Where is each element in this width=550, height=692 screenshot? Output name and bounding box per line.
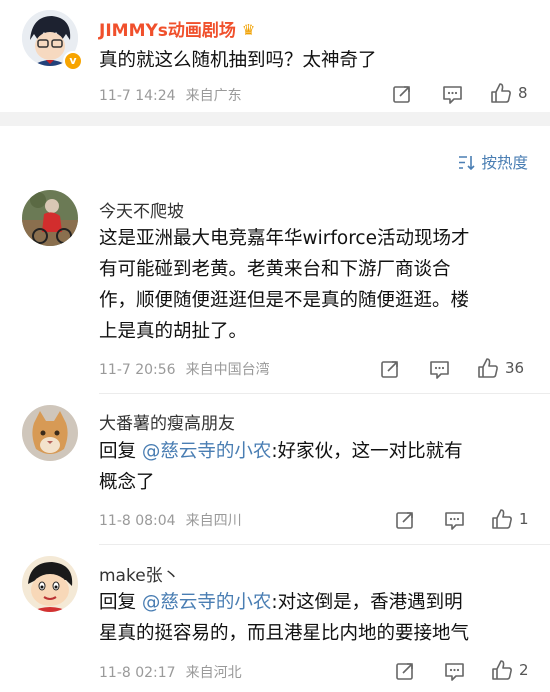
like-count: 1 [519, 510, 529, 528]
comment-author-name[interactable]: make张丶 [99, 561, 180, 586]
comment-icon [443, 86, 462, 104]
like-icon [491, 83, 511, 103]
like-button[interactable]: 2 [491, 659, 529, 681]
like-count: 36 [505, 359, 525, 377]
sort-label[interactable]: 按热度 [481, 151, 528, 173]
like-count: 8 [518, 84, 528, 102]
like-button[interactable]: 36 [477, 357, 524, 379]
avatar-cartoon-boy [22, 556, 78, 612]
original-post: v JIMMYs动画剧场 ♛ 真的就这么随机抽到吗？太神奇了 11-7 14:24… [0, 0, 550, 112]
reply-prefix: 回复 [99, 441, 137, 462]
comment-button[interactable] [444, 509, 465, 531]
comment-meta: 11-7 20:56 来自中国台湾 [99, 359, 270, 379]
comment-text: 回复 @慈云寺的小农:好家伙，这一对比就有 概念了 [99, 436, 529, 498]
avatar[interactable] [22, 405, 78, 461]
avatar[interactable] [22, 190, 78, 246]
crown-icon: ♛ [241, 21, 256, 39]
like-button[interactable]: 8 [490, 82, 528, 104]
comment-time: 11-7 20:56 [99, 362, 176, 378]
post-meta: 11-7 14:24 来自广东 [99, 85, 242, 105]
comment-text-line: 作，顺便随便逛逛但是不是真的随便逛逛。楼 [99, 290, 470, 311]
comment-icon [430, 361, 449, 379]
share-icon [393, 86, 410, 103]
comment-source: 来自中国台湾 [185, 362, 270, 378]
like-icon [492, 509, 512, 529]
share-button[interactable] [395, 660, 415, 682]
comment-divider [99, 393, 550, 394]
share-button[interactable] [380, 358, 400, 380]
comment-time: 11-8 08:04 [99, 513, 176, 529]
comment-button[interactable] [442, 83, 463, 105]
avatar-photo-cat [22, 405, 78, 461]
share-icon [396, 663, 413, 680]
comment-time: 11-8 02:17 [99, 665, 176, 681]
section-separator [0, 112, 550, 126]
like-count: 2 [519, 661, 529, 679]
post-author-text[interactable]: JIMMYs动画剧场 [99, 21, 236, 41]
comment-text-line: 回复 @慈云寺的小农:对这倒是，香港遇到明 [99, 587, 529, 618]
post-author-name[interactable]: JIMMYs动画剧场 ♛ [99, 16, 255, 41]
share-icon [396, 512, 413, 529]
comment-text: 这是亚洲最大电竞嘉年华wirforce活动现场才 有可能碰到老黄。老黄来台和下游… [99, 223, 529, 347]
reply-prefix: 回复 [99, 592, 137, 613]
post-time: 11-7 14:24 [99, 88, 176, 104]
avatar[interactable] [22, 556, 78, 612]
share-button[interactable] [392, 83, 412, 105]
comment-icon [445, 512, 464, 530]
post-source: 来自广东 [185, 88, 242, 104]
comment-text-line: 这是亚洲最大电竞嘉年华wirforce活动现场才 [99, 228, 470, 249]
sort-icon [459, 155, 476, 170]
comment-text-line: 星真的挺容易的，而且港星比内地的要接地气 [99, 623, 470, 644]
mention-link[interactable]: @慈云寺的小农 [142, 441, 272, 462]
comment-text-line: 有可能碰到老黄。老黄来台和下游厂商谈合 [99, 259, 451, 280]
comment-text-segment: :对这倒是，香港遇到明 [271, 592, 463, 613]
mention-link[interactable]: @慈云寺的小农 [142, 592, 272, 613]
sort-bar: 按热度 [0, 126, 550, 182]
comment-text-line: 概念了 [99, 472, 155, 493]
post-text: 真的就这么随机抽到吗？太神奇了 [99, 50, 377, 71]
share-button[interactable] [395, 509, 415, 531]
sort-by-hot-button[interactable]: 按热度 [458, 151, 528, 173]
comment-icon [445, 663, 464, 681]
avatar-photo-cyclist [22, 190, 78, 246]
comment-author-name[interactable]: 今天不爬坡 [99, 197, 184, 222]
comment-divider [99, 544, 550, 545]
comment-source: 来自河北 [185, 665, 242, 681]
comment-text-line: 上是真的胡扯了。 [99, 321, 248, 342]
comment-button[interactable] [444, 660, 465, 682]
comment-author-name[interactable]: 大番薯的瘦高朋友 [99, 409, 235, 434]
comment-meta: 11-8 02:17 来自河北 [99, 662, 242, 682]
comment-text: 回复 @慈云寺的小农:对这倒是，香港遇到明 星真的挺容易的，而且港星比内地的要接… [99, 587, 529, 649]
like-button[interactable]: 1 [491, 508, 529, 530]
comment-source: 来自四川 [185, 513, 242, 529]
comment-text-line: 回复 @慈云寺的小农:好家伙，这一对比就有 [99, 436, 529, 467]
comment-text-segment: :好家伙，这一对比就有 [271, 441, 463, 462]
like-icon [492, 660, 512, 680]
comment-button[interactable] [429, 358, 450, 380]
share-icon [381, 361, 398, 378]
comment-meta: 11-8 08:04 来自四川 [99, 510, 242, 530]
verified-badge: v [63, 51, 83, 71]
like-icon [478, 358, 498, 378]
